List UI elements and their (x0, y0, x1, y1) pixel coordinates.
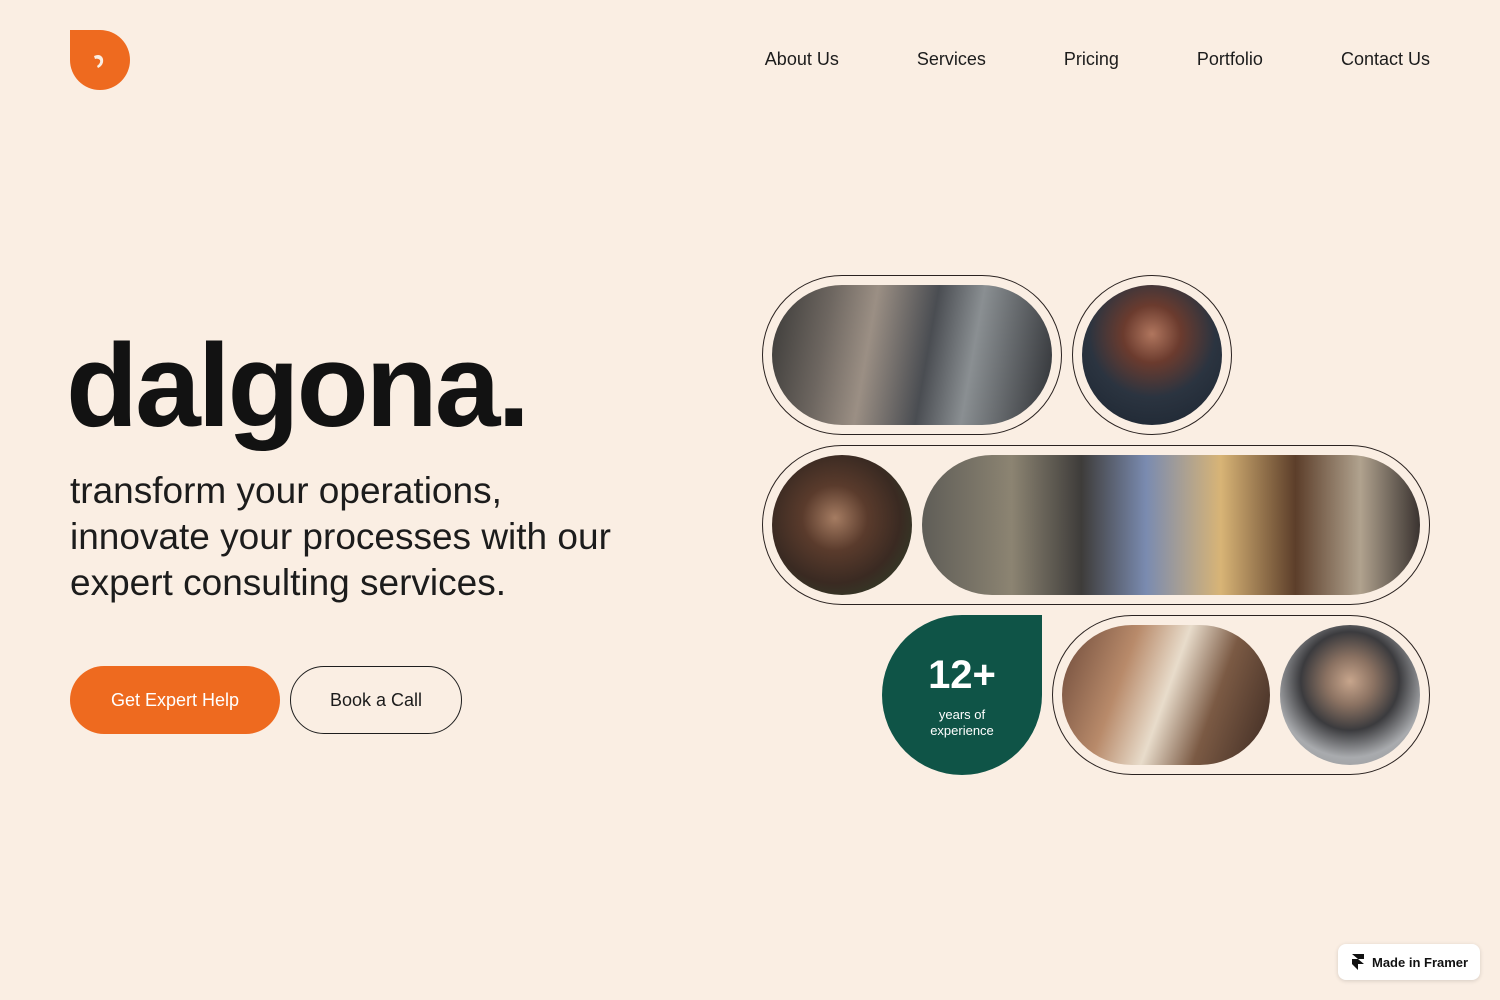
book-a-call-button[interactable]: Book a Call (290, 666, 462, 734)
logo-icon[interactable] (70, 30, 130, 90)
get-expert-help-button[interactable]: Get Expert Help (70, 666, 280, 734)
nav-portfolio[interactable]: Portfolio (1197, 48, 1263, 70)
nav-pricing[interactable]: Pricing (1064, 48, 1119, 70)
brand-title: dalgona. (66, 320, 530, 452)
stat-value: 12+ (928, 653, 996, 697)
workshop-photo (1062, 625, 1270, 765)
framer-icon (1352, 954, 1364, 970)
years-experience-stat: 12+ years of experience (882, 615, 1042, 775)
nav-contact-us[interactable]: Contact Us (1341, 48, 1430, 70)
main-nav: About Us Services Pricing Portfolio Cont… (765, 48, 1430, 70)
team-meeting-photo (772, 285, 1052, 425)
stat-label: years of experience (882, 707, 1042, 739)
stat-label-line2: experience (930, 723, 994, 738)
stat-label-line1: years of (938, 707, 986, 722)
hero-tagline: transform your operations, innovate your… (70, 470, 611, 603)
framer-badge-label: Made in Framer (1372, 954, 1469, 970)
man-beanie-photo (1280, 625, 1420, 765)
office-work-photo (922, 455, 1420, 595)
nav-about-us[interactable]: About Us (765, 48, 839, 70)
made-in-framer-badge[interactable]: Made in Framer (1338, 944, 1480, 980)
woman-portrait-photo (1082, 285, 1222, 425)
woman-hat-photo (772, 455, 912, 595)
nav-services[interactable]: Services (917, 48, 986, 70)
